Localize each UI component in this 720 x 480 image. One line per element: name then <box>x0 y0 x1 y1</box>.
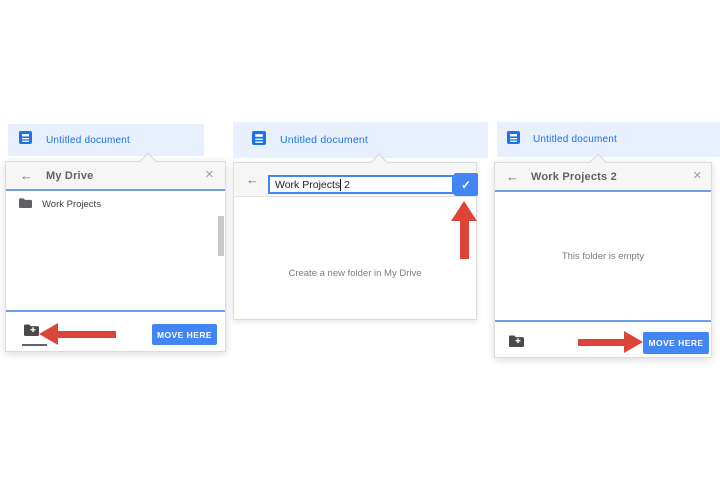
new-folder-icon[interactable] <box>24 323 39 341</box>
annotation-arrow-right <box>578 331 643 353</box>
annotation-arrow-up <box>451 201 477 259</box>
folder-icon <box>19 195 32 213</box>
folder-name-input[interactable]: Work Projects 2 <box>268 175 454 194</box>
arrow-head <box>624 331 643 353</box>
doc-title[interactable]: Untitled document <box>533 134 617 145</box>
dialog-title: My Drive <box>46 169 94 182</box>
confirm-folder-name-button[interactable]: ✓ <box>454 173 478 196</box>
new-folder-icon[interactable] <box>509 334 524 352</box>
doc-header-1: Untitled document <box>8 124 204 156</box>
doc-title[interactable]: Untitled document <box>280 134 368 146</box>
move-here-button[interactable]: MOVE HERE <box>643 332 709 354</box>
dialog-header: ← Work Projects 2 ✕ <box>495 163 711 192</box>
arrow-head <box>451 201 477 221</box>
tutorial-canvas: Untitled document ← My Drive ✕ Work Proj… <box>0 0 720 480</box>
create-folder-hint: Create a new folder in My Drive <box>288 268 422 279</box>
dialog-footer: MOVE HERE <box>495 320 711 357</box>
doc-header-3: Untitled document <box>497 122 720 157</box>
docs-file-icon <box>252 130 266 150</box>
move-here-button[interactable]: MOVE HERE <box>152 324 217 345</box>
back-arrow-icon[interactable]: ← <box>506 170 519 183</box>
close-icon[interactable]: ✕ <box>205 170 214 181</box>
arrow-shaft <box>459 221 469 259</box>
dialog-footer: MOVE HERE <box>6 310 225 351</box>
annotation-arrow-left <box>39 323 116 345</box>
dialog-header: ← My Drive ✕ <box>6 162 225 191</box>
arrow-shaft <box>578 338 624 346</box>
folder-name-row: ← Work Projects 2 ✓ <box>234 163 478 197</box>
empty-folder-text: This folder is empty <box>561 251 645 262</box>
arrow-head <box>39 323 58 345</box>
dialog-title: Work Projects 2 <box>531 170 617 183</box>
scrollbar-thumb[interactable] <box>218 216 224 256</box>
input-text-after-cursor: 2 <box>341 178 350 191</box>
input-text-before-cursor: Work Projects <box>275 178 341 191</box>
docs-file-icon <box>19 131 32 149</box>
doc-header-2: Untitled document <box>233 122 488 158</box>
docs-file-icon <box>507 130 520 149</box>
back-arrow-icon[interactable]: ← <box>246 173 259 186</box>
new-folder-dialog: ← Work Projects 2 ✓ Create a new folder … <box>233 153 478 320</box>
arrow-shaft <box>58 330 116 338</box>
back-arrow-icon[interactable]: ← <box>20 169 33 182</box>
folder-list-item[interactable]: Work Projects <box>19 197 101 211</box>
move-dialog-workprojects2: ← Work Projects 2 ✕ This folder is empty… <box>494 153 712 358</box>
close-icon[interactable]: ✕ <box>693 171 702 182</box>
move-dialog-mydrive: ← My Drive ✕ Work Projects MOVE HERE <box>5 152 226 352</box>
folder-item-label: Work Projects <box>42 198 101 210</box>
doc-title[interactable]: Untitled document <box>46 135 130 146</box>
